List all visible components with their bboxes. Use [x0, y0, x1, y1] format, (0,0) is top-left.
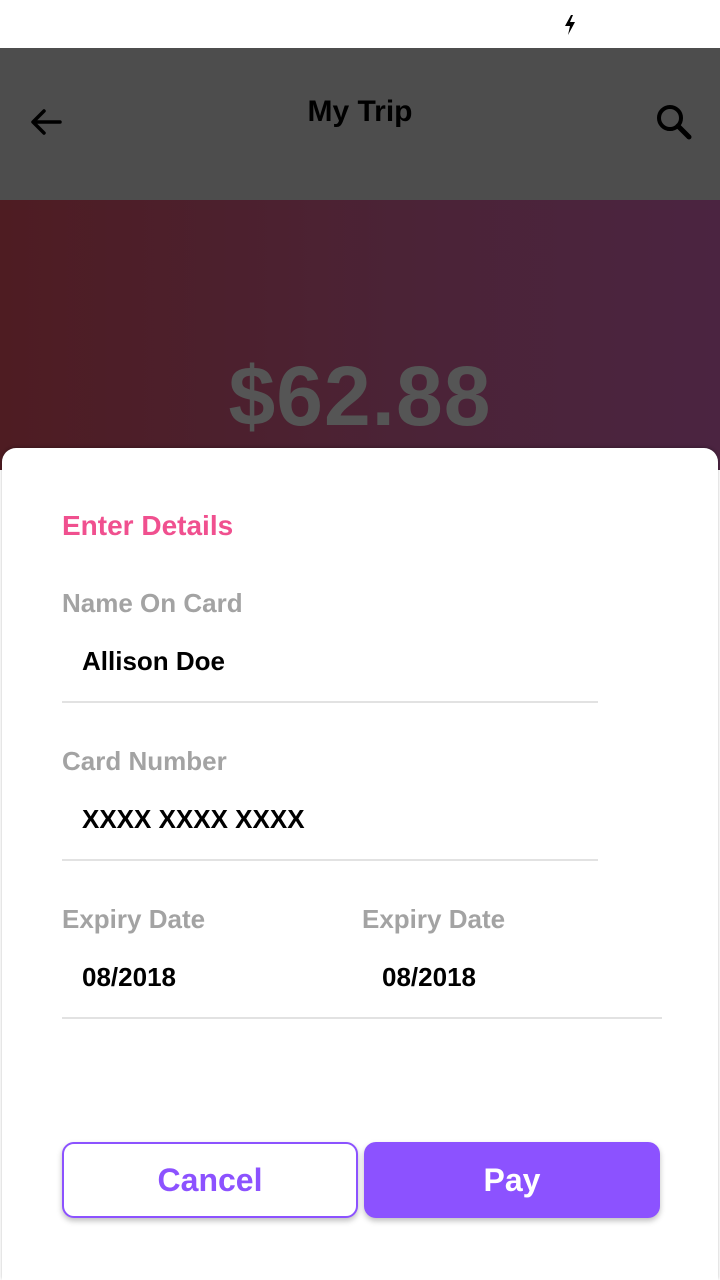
- card-number-label: Card Number: [62, 746, 227, 776]
- expiry-date-input-2[interactable]: [382, 962, 602, 993]
- divider: [62, 859, 598, 861]
- lightning-bolt-icon: [565, 15, 575, 35]
- name-on-card-label: Name On Card: [62, 588, 243, 618]
- trip-summary-banner: $62.88: [0, 200, 720, 470]
- name-on-card-input[interactable]: [82, 646, 562, 677]
- expiry-date-label: Expiry Date: [62, 904, 206, 934]
- search-button[interactable]: [650, 100, 698, 144]
- divider: [62, 1017, 662, 1019]
- page-title: My Trip: [307, 95, 413, 128]
- status-bar: [0, 0, 720, 49]
- cancel-button[interactable]: Cancel: [62, 1142, 358, 1218]
- search-icon: [657, 105, 692, 140]
- expiry-date-label-2: Expiry Date: [362, 904, 506, 934]
- trip-amount: $62.88: [228, 349, 492, 443]
- card-number-input[interactable]: [82, 804, 562, 835]
- pay-button[interactable]: Pay: [364, 1142, 660, 1218]
- expiry-date-input[interactable]: [82, 962, 302, 993]
- divider: [62, 701, 598, 703]
- section-title: Enter Details: [62, 510, 234, 541]
- payment-sheet: Enter Details Name On Card Card Number E…: [2, 448, 718, 1280]
